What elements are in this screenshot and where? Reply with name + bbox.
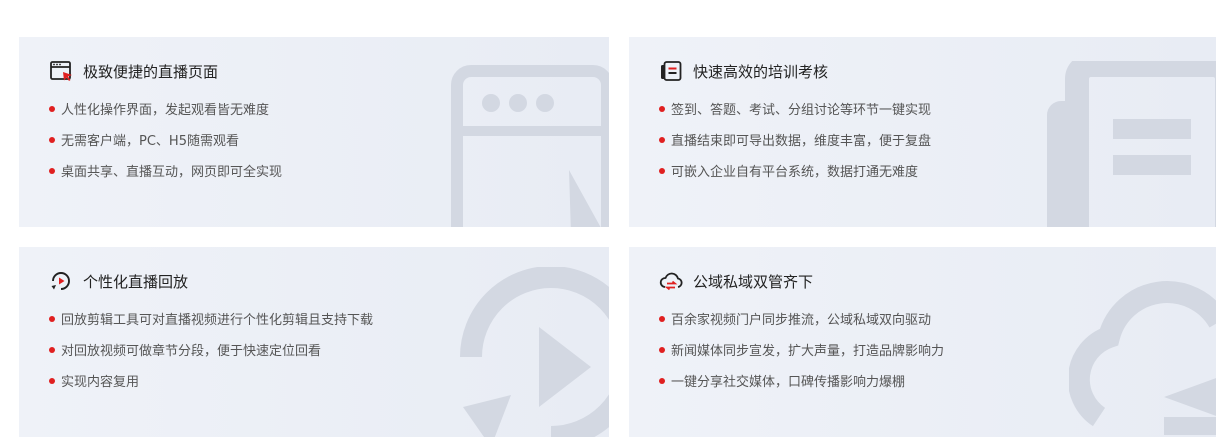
card-title-text: 快速高效的培训考核 xyxy=(693,62,829,81)
feature-card-replay: 个性化直播回放 回放剪辑工具可对直播视频进行个性化剪辑且支持下载 对回放视频可做… xyxy=(19,247,609,437)
card-title-text: 公域私域双管齐下 xyxy=(693,272,814,291)
list-item: 直播结束即可导出数据，维度丰富，便于复盘 xyxy=(659,124,931,155)
feature-card-public-private: 公域私域双管齐下 百余家视频门户同步推流，公域私域双向驱动 新闻媒体同步宣发，扩… xyxy=(629,247,1216,437)
feature-list: 回放剪辑工具可对直播视频进行个性化剪辑且支持下载 对回放视频可做章节分段，便于快… xyxy=(49,303,373,396)
feature-list: 签到、答题、考试、分组讨论等环节一键实现 直播结束即可导出数据，维度丰富，便于复… xyxy=(659,93,931,186)
bullet-dot xyxy=(659,167,665,174)
list-item: 可嵌入企业自有平台系统，数据打通无难度 xyxy=(659,155,931,186)
browser-cursor-icon xyxy=(50,61,72,81)
feature-card-training: 快速高效的培训考核 签到、答题、考试、分组讨论等环节一键实现 直播结束即可导出数… xyxy=(629,37,1216,227)
replay-illustration-icon xyxy=(460,267,609,437)
cloud-illustration-icon xyxy=(1069,281,1216,435)
bullet-dot xyxy=(659,105,665,112)
bullet-dot xyxy=(659,346,665,353)
browser-illustration-icon xyxy=(451,65,609,227)
card-title: 极致便捷的直播页面 xyxy=(49,59,218,83)
bullet-dot xyxy=(49,105,55,112)
card-title: 公域私域双管齐下 xyxy=(659,269,813,293)
list-item: 无需客户端，PC、H5随需观看 xyxy=(49,124,282,155)
bullet-dot xyxy=(659,315,665,322)
card-title: 快速高效的培训考核 xyxy=(659,59,828,83)
cloud-sync-icon xyxy=(659,272,683,291)
card-title-text: 个性化直播回放 xyxy=(83,272,189,291)
card-title: 个性化直播回放 xyxy=(49,269,188,293)
list-item: 新闻媒体同步宣发，扩大声量，打造品牌影响力 xyxy=(659,334,944,365)
list-item: 人性化操作界面，发起观看皆无难度 xyxy=(49,93,282,124)
document-illustration-icon xyxy=(1047,61,1216,227)
list-item: 实现内容复用 xyxy=(49,365,373,396)
list-item: 回放剪辑工具可对直播视频进行个性化剪辑且支持下载 xyxy=(49,303,373,334)
list-item: 百余家视频门户同步推流，公域私域双向驱动 xyxy=(659,303,944,334)
bullet-dot xyxy=(659,136,665,143)
bullet-dot xyxy=(659,377,665,384)
replay-icon xyxy=(51,272,70,290)
list-item: 一键分享社交媒体，口碑传播影响力爆棚 xyxy=(659,365,944,396)
card-title-text: 极致便捷的直播页面 xyxy=(83,62,219,81)
bullet-dot xyxy=(49,377,55,384)
bullet-dot xyxy=(49,136,55,143)
feature-list: 百余家视频门户同步推流，公域私域双向驱动 新闻媒体同步宣发，扩大声量，打造品牌影… xyxy=(659,303,944,396)
document-icon xyxy=(661,61,682,81)
list-item: 对回放视频可做章节分段，便于快速定位回看 xyxy=(49,334,373,365)
list-item: 签到、答题、考试、分组讨论等环节一键实现 xyxy=(659,93,931,124)
bullet-dot xyxy=(49,346,55,353)
bullet-dot xyxy=(49,315,55,322)
feature-list: 人性化操作界面，发起观看皆无难度 无需客户端，PC、H5随需观看 桌面共享、直播… xyxy=(49,93,282,186)
feature-card-live-page: 极致便捷的直播页面 人性化操作界面，发起观看皆无难度 无需客户端，PC、H5随需… xyxy=(19,37,609,227)
list-item: 桌面共享、直播互动，网页即可全实现 xyxy=(49,155,282,186)
bullet-dot xyxy=(49,167,55,174)
